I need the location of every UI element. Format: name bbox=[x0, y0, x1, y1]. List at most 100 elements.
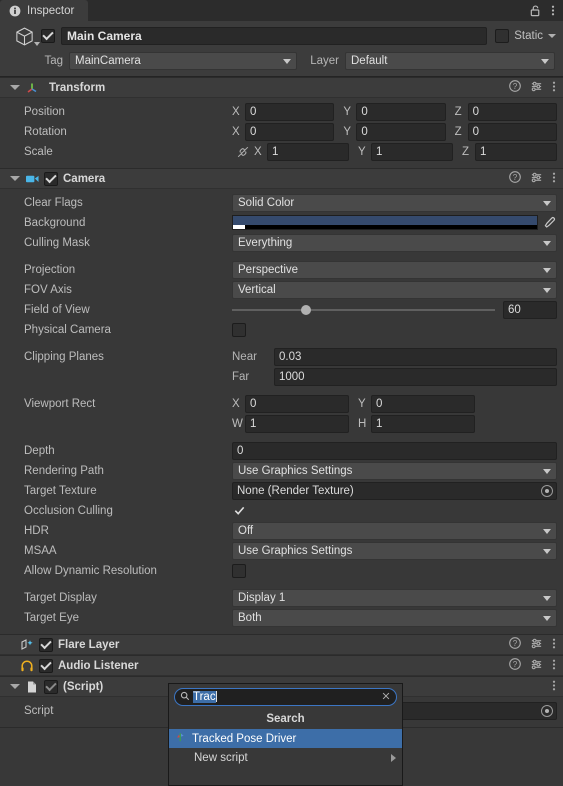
foldout-arrow-icon[interactable] bbox=[10, 684, 20, 689]
field-of-view-value: 60 bbox=[508, 303, 521, 316]
row-label: Target Eye bbox=[24, 611, 79, 624]
kebab-menu-icon[interactable] bbox=[552, 658, 556, 674]
target-eye-dropdown[interactable]: Both bbox=[232, 608, 557, 627]
viewport-h-input[interactable]: 1 bbox=[371, 414, 475, 433]
field-of-view-input[interactable]: 60 bbox=[503, 300, 557, 319]
row-label: Position bbox=[24, 105, 65, 118]
magnifier-icon bbox=[180, 691, 190, 704]
camera-enabled-checkbox[interactable] bbox=[44, 171, 58, 186]
viewport-y-input[interactable]: 0 bbox=[371, 394, 475, 413]
preset-sliders-icon[interactable] bbox=[530, 637, 543, 653]
lock-open-icon[interactable] bbox=[529, 4, 542, 17]
chevron-down-icon bbox=[283, 59, 291, 64]
static-checkbox[interactable] bbox=[495, 29, 510, 43]
slider-handle[interactable] bbox=[300, 304, 311, 315]
rotation-y-input[interactable]: 0 bbox=[356, 122, 446, 141]
row-label: MSAA bbox=[24, 544, 57, 557]
scale-z-input[interactable]: 1 bbox=[475, 142, 557, 161]
help-icon[interactable]: ? bbox=[509, 658, 521, 673]
depth-input[interactable]: 0 bbox=[232, 441, 557, 460]
allow-dynamic-resolution-checkbox[interactable] bbox=[232, 563, 246, 578]
component-header-transform[interactable]: Transform ? bbox=[0, 77, 563, 98]
search-query-value: Trac bbox=[193, 691, 216, 703]
component-body-transform: Position X 0 Y 0 Z 0 Rotation X 0 Y 0 Z … bbox=[0, 98, 563, 168]
background-alpha-bar bbox=[233, 225, 537, 229]
culling-mask-dropdown[interactable]: Everything bbox=[232, 233, 557, 252]
position-x-value: 0 bbox=[250, 105, 257, 118]
object-picker-icon[interactable] bbox=[541, 704, 553, 717]
help-icon[interactable]: ? bbox=[509, 80, 521, 95]
clipping-far-input[interactable]: 1000 bbox=[274, 367, 557, 386]
script-asset-icon bbox=[175, 731, 187, 746]
row-label: Occlusion Culling bbox=[24, 504, 113, 517]
component-title: Audio Listener bbox=[58, 659, 139, 672]
component-header-audio-listener[interactable]: Audio Listener ? bbox=[0, 655, 563, 676]
gameobject-name-input[interactable]: Main Camera bbox=[61, 27, 488, 45]
layer-dropdown[interactable]: Default bbox=[345, 52, 555, 70]
scale-x-input[interactable]: 1 bbox=[267, 142, 349, 161]
kebab-menu-icon[interactable] bbox=[551, 4, 555, 17]
gameobject-name-value: Main Camera bbox=[67, 29, 142, 43]
background-color-swatch[interactable] bbox=[232, 215, 538, 230]
kebab-menu-icon[interactable] bbox=[552, 637, 556, 653]
kebab-menu-icon[interactable] bbox=[552, 679, 556, 695]
flare-layer-enabled-checkbox[interactable] bbox=[39, 637, 53, 652]
help-icon[interactable]: ? bbox=[509, 637, 521, 652]
row-clipping-planes-far: Far 1000 bbox=[0, 367, 563, 386]
scale-y-input[interactable]: 1 bbox=[371, 142, 453, 161]
viewport-x-input[interactable]: 0 bbox=[245, 394, 349, 413]
preset-sliders-icon[interactable] bbox=[530, 80, 543, 96]
occlusion-culling-checkbox[interactable] bbox=[232, 504, 246, 518]
kebab-menu-icon[interactable] bbox=[552, 80, 556, 96]
search-input[interactable]: Trac bbox=[174, 688, 397, 706]
rendering-path-dropdown[interactable]: Use Graphics Settings bbox=[232, 461, 557, 480]
chevron-down-icon[interactable] bbox=[548, 34, 556, 38]
position-x-input[interactable]: 0 bbox=[245, 102, 335, 121]
row-label: Culling Mask bbox=[24, 236, 90, 249]
foldout-arrow-icon[interactable] bbox=[10, 176, 20, 181]
rotation-z-input[interactable]: 0 bbox=[467, 122, 557, 141]
fov-axis-dropdown[interactable]: Vertical bbox=[232, 280, 557, 299]
component-header-flare-layer[interactable]: Flare Layer ? bbox=[0, 634, 563, 655]
kebab-menu-icon[interactable] bbox=[552, 171, 556, 187]
help-icon[interactable]: ? bbox=[509, 171, 521, 186]
search-result-tracked-pose-driver[interactable]: Tracked Pose Driver bbox=[169, 729, 402, 748]
hdr-dropdown[interactable]: Off bbox=[232, 521, 557, 540]
gameobject-enabled-checkbox[interactable] bbox=[41, 29, 55, 43]
rotation-x-value: 0 bbox=[250, 125, 257, 138]
tab-inspector[interactable]: Inspector bbox=[0, 0, 89, 21]
constrain-proportions-off-icon[interactable] bbox=[232, 145, 254, 159]
preset-sliders-icon[interactable] bbox=[530, 171, 543, 187]
row-label: HDR bbox=[24, 524, 49, 537]
script-enabled-checkbox[interactable] bbox=[44, 679, 58, 694]
row-field-of-view: Field of View 60 bbox=[0, 300, 563, 319]
viewport-w-label: W bbox=[232, 417, 243, 430]
physical-camera-checkbox[interactable] bbox=[232, 322, 246, 337]
projection-dropdown[interactable]: Perspective bbox=[232, 260, 557, 279]
target-texture-objectfield[interactable]: None (Render Texture) bbox=[232, 481, 557, 500]
cube-icon[interactable] bbox=[7, 26, 41, 47]
audio-listener-enabled-checkbox[interactable] bbox=[39, 658, 53, 673]
row-rotation: Rotation X 0 Y 0 Z 0 bbox=[0, 122, 563, 141]
viewport-w-input[interactable]: 1 bbox=[245, 414, 349, 433]
tag-dropdown[interactable]: MainCamera bbox=[69, 52, 297, 70]
position-z-input[interactable]: 0 bbox=[467, 102, 557, 121]
msaa-dropdown[interactable]: Use Graphics Settings bbox=[232, 541, 557, 560]
clear-flags-dropdown[interactable]: Solid Color bbox=[232, 193, 557, 212]
object-picker-icon[interactable] bbox=[541, 484, 553, 497]
component-header-camera[interactable]: Camera ? bbox=[0, 168, 563, 189]
rotation-x-input[interactable]: 0 bbox=[245, 122, 335, 141]
field-of-view-slider[interactable] bbox=[232, 304, 495, 315]
transform-axis-icon bbox=[25, 81, 39, 95]
target-display-dropdown[interactable]: Display 1 bbox=[232, 588, 557, 607]
row-label: Background bbox=[24, 216, 86, 229]
eyedropper-icon[interactable] bbox=[541, 216, 557, 229]
clipping-near-input[interactable]: 0.03 bbox=[274, 347, 557, 366]
foldout-arrow-icon[interactable] bbox=[10, 85, 20, 90]
search-result-new-script[interactable]: New script bbox=[169, 748, 402, 767]
position-y-input[interactable]: 0 bbox=[356, 102, 446, 121]
clear-x-icon[interactable] bbox=[381, 691, 391, 704]
search-result-label: Tracked Pose Driver bbox=[192, 732, 297, 745]
row-label: Target Texture bbox=[24, 484, 97, 497]
preset-sliders-icon[interactable] bbox=[530, 658, 543, 674]
